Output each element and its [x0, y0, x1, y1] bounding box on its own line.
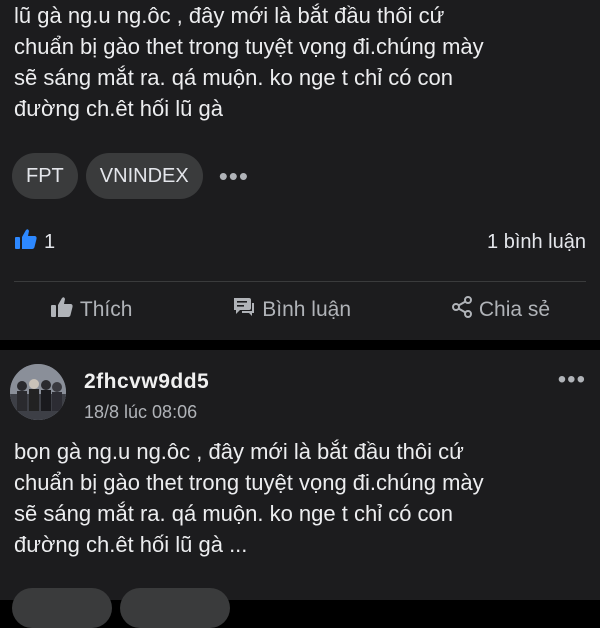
post-card: lũ gà ng.u ng.ôc , đây mới là bắt đầu th…	[0, 0, 600, 340]
post-stats: 1 1 bình luận	[14, 228, 586, 256]
tag-chip[interactable]	[120, 588, 230, 628]
like-count-value: 1	[44, 230, 56, 253]
post-header: 2fhcvw9dd5 18/8 lúc 08:06 •••	[10, 364, 586, 424]
author-name[interactable]: 2fhcvw9dd5	[84, 370, 209, 394]
post-menu-button[interactable]: •••	[558, 366, 586, 394]
post-card: 2fhcvw9dd5 18/8 lúc 08:06 ••• bọn gà ng.…	[0, 350, 600, 628]
comment-button-label: Bình luận	[262, 298, 352, 321]
avatar[interactable]	[10, 364, 66, 420]
post-timestamp: 18/8 lúc 08:06	[84, 402, 198, 422]
post-text: lũ gà ng.u ng.ôc , đây mới là bắt đầu th…	[14, 3, 484, 121]
divider	[14, 281, 586, 282]
share-button[interactable]: Chia sẻ	[451, 296, 550, 324]
action-bar: Thích Bình luận Chia sẻ	[0, 296, 600, 324]
tag-fpt[interactable]: FPT	[12, 153, 78, 199]
thumbs-up-outline-icon	[50, 296, 74, 324]
tag-chip[interactable]	[12, 588, 112, 628]
comment-count[interactable]: 1 bình luận	[487, 231, 586, 254]
comment-button[interactable]: Bình luận	[232, 296, 351, 324]
like-button[interactable]: Thích	[50, 296, 133, 324]
like-count[interactable]: 1	[14, 228, 55, 256]
share-icon	[451, 296, 473, 324]
tag-vnindex[interactable]: VNINDEX	[85, 153, 203, 199]
more-tags-button[interactable]: •••	[211, 161, 257, 192]
post-text: bọn gà ng.u ng.ôc , đây mới là bắt đầu t…	[14, 439, 484, 557]
tag-list	[12, 588, 230, 628]
like-button-label: Thích	[79, 298, 133, 321]
comment-icon	[232, 296, 256, 324]
tag-list: FPT VNINDEX •••	[12, 153, 257, 199]
share-button-label: Chia sẻ	[478, 298, 551, 321]
thumbs-up-icon	[14, 228, 38, 256]
